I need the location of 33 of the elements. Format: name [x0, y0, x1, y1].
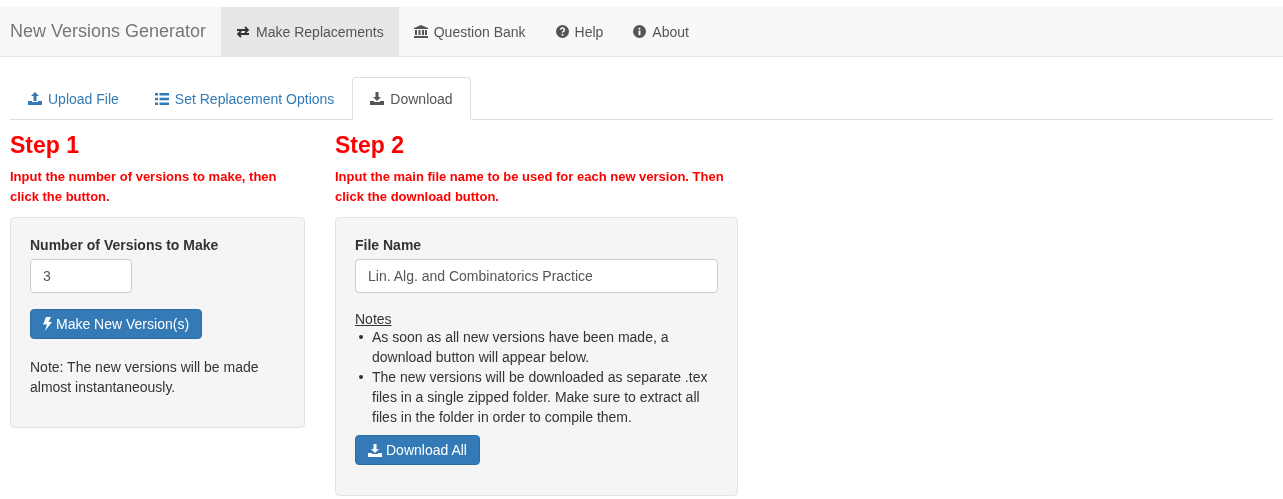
app-title: New Versions Generator — [9, 20, 208, 43]
input-field[interactable]: Lin. Alg. and Combinatorics Practice — [355, 259, 718, 293]
tab[interactable]: Set Replacement Options — [136, 77, 353, 120]
instruction-text: Input the main file name to be used for each new version. Then click the download button. — [335, 168, 725, 206]
upload-icon — [28, 92, 42, 105]
note-text: The new versions will be downloaded as separate .tex files in a single zipped folder. Make sure to extract all files in the folder in order to compile them. — [372, 368, 709, 427]
tab[interactable]: Download — [352, 77, 471, 120]
field-label: Number of Versions to Make — [30, 237, 219, 253]
bullet-icon — [359, 335, 363, 339]
download-icon — [368, 443, 382, 457]
tab[interactable]: Upload File — [10, 77, 137, 120]
nav-link[interactable]: About — [618, 7, 704, 56]
bank-icon — [413, 25, 428, 38]
nav-link[interactable]: Question Bank — [398, 7, 541, 56]
step-heading: Step 2 — [335, 132, 406, 159]
field-label: File Name — [355, 237, 422, 253]
info-icon — [633, 25, 647, 38]
bullet-icon — [359, 375, 363, 379]
note-text: Note: The new versions will be made almost instantaneously. — [30, 358, 260, 397]
help-icon — [555, 25, 569, 38]
download-icon — [370, 92, 385, 105]
step-heading: Step 1 — [10, 132, 81, 159]
arrows-icon — [236, 25, 251, 38]
bolt-icon — [43, 317, 52, 331]
action-button[interactable]: Make New Version(s) — [30, 309, 203, 339]
action-button[interactable]: Download All — [355, 435, 480, 465]
nav-link[interactable]: Help — [540, 7, 619, 56]
nav-link[interactable]: Make Replacements — [221, 7, 399, 56]
notes-heading: Notes — [355, 311, 392, 327]
instruction-text: Input the number of versions to make, then click the button. — [10, 168, 278, 206]
note-text: As soon as all new versions have been made, a download button will appear below. — [372, 328, 670, 367]
input-field[interactable]: 3 — [30, 259, 132, 293]
list-icon — [154, 92, 169, 105]
